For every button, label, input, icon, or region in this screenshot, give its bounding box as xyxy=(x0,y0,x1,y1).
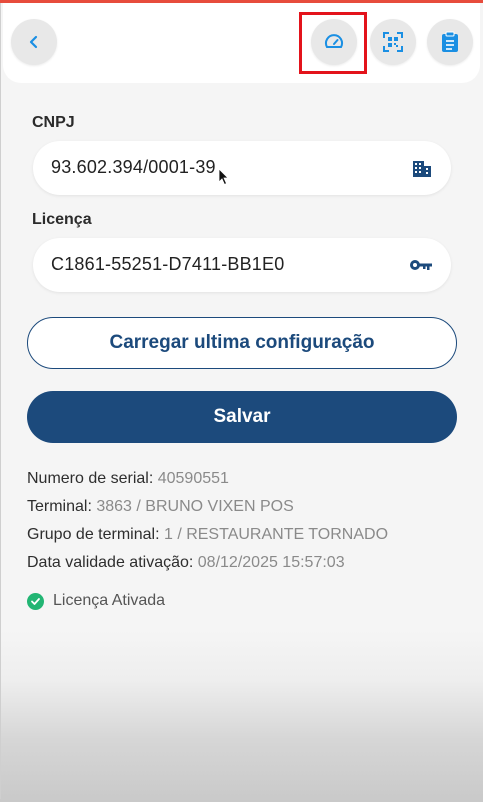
validity-row: Data validade ativação: 08/12/2025 15:57… xyxy=(27,554,345,572)
cnpj-label: CNPJ xyxy=(32,114,75,131)
check-circle-icon xyxy=(27,592,44,610)
terminal-row: Terminal: 3863 / BRUNO VIXEN POS xyxy=(27,498,294,516)
license-status: Licença Ativada xyxy=(27,592,165,610)
save-button[interactable]: Salvar xyxy=(27,391,457,443)
terminal-label: Terminal: xyxy=(27,498,92,515)
qr-scan-icon xyxy=(383,32,403,52)
terminal-group-label: Grupo de terminal: xyxy=(27,526,160,543)
terminal-group-row: Grupo de terminal: 1 / RESTAURANTE TORNA… xyxy=(27,526,388,544)
building-icon xyxy=(413,161,431,177)
license-label: Licença xyxy=(32,211,92,228)
license-status-text: Licença Ativada xyxy=(53,592,166,609)
highlight-box xyxy=(299,12,367,74)
serial-row: Numero de serial: 40590551 xyxy=(27,470,229,488)
validity-value: 08/12/2025 15:57:03 xyxy=(197,554,345,571)
cnpj-value: 93.602.394/0001-39 xyxy=(51,157,216,177)
cnpj-field[interactable]: 93.602.394/0001-39 xyxy=(33,141,451,195)
back-button[interactable] xyxy=(11,19,57,65)
clipboard-icon xyxy=(442,31,458,52)
qr-scan-button[interactable] xyxy=(370,19,416,65)
clipboard-button[interactable] xyxy=(427,19,473,65)
terminal-group-value: 1 / RESTAURANTE TORNADO xyxy=(163,526,389,543)
load-last-config-button[interactable]: Carregar ultima configuração xyxy=(27,317,457,369)
mouse-cursor-icon xyxy=(218,168,229,186)
key-icon xyxy=(410,260,432,270)
validity-label: Data validade ativação: xyxy=(27,554,194,571)
serial-label: Numero de serial: xyxy=(27,470,154,487)
chevron-left-icon xyxy=(29,35,38,49)
serial-value: 40590551 xyxy=(157,470,229,487)
terminal-value: 3863 / BRUNO VIXEN POS xyxy=(96,498,294,515)
license-value: C1861-55251-D7411-BB1E0 xyxy=(51,254,285,274)
screen: CNPJ 93.602.394/0001-39 Licença C1861-55… xyxy=(0,0,483,802)
license-field[interactable]: C1861-55251-D7411-BB1E0 xyxy=(33,238,451,292)
